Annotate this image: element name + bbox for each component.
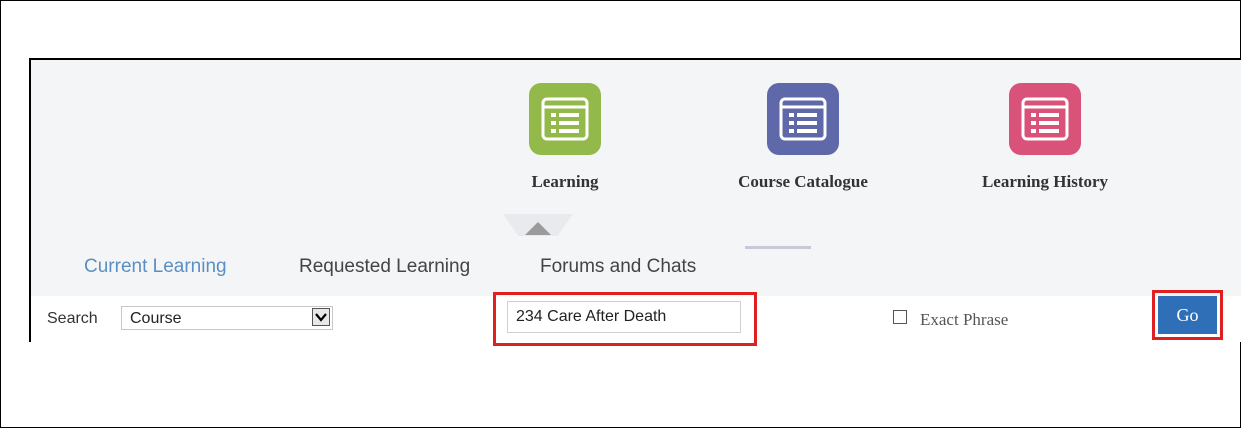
exact-phrase-label: Exact Phrase	[920, 310, 1009, 329]
tile-label-learning-history: Learning History	[981, 172, 1109, 191]
learning-panel: Learning Course Catalogue Learning Histo…	[29, 58, 1241, 346]
exact-phrase-checkbox[interactable]	[893, 310, 907, 324]
tile-course-catalogue[interactable]: Course Catalogue	[713, 83, 893, 192]
learning-history-tile-icon	[1009, 83, 1081, 155]
tab-forums-and-chats[interactable]: Forums and Chats	[540, 256, 696, 278]
search-category-value: Course	[130, 310, 182, 327]
tile-learning-history[interactable]: Learning History	[955, 83, 1135, 192]
tab-current-learning[interactable]: Current Learning	[84, 256, 227, 278]
search-category-select[interactable]: Course	[121, 306, 333, 330]
course-catalogue-tile-icon	[767, 83, 839, 155]
chevron-down-icon[interactable]	[312, 308, 330, 326]
search-label: Search	[47, 310, 98, 327]
tile-label-course-catalogue: Course Catalogue	[738, 172, 868, 191]
search-input[interactable]	[507, 301, 741, 333]
search-bar: Search Course Exact Phrase Go	[31, 290, 1241, 346]
tab-requested-learning[interactable]: Requested Learning	[299, 256, 470, 278]
go-button[interactable]: Go	[1158, 296, 1217, 334]
active-tile-arrow-icon	[525, 222, 551, 235]
tile-hover-indicator	[745, 246, 811, 249]
tile-label-learning: Learning	[531, 172, 599, 191]
tile-learning[interactable]: Learning	[475, 83, 655, 192]
learning-tile-icon	[529, 83, 601, 155]
screenshot-frame: Learning Course Catalogue Learning Histo…	[0, 0, 1241, 428]
